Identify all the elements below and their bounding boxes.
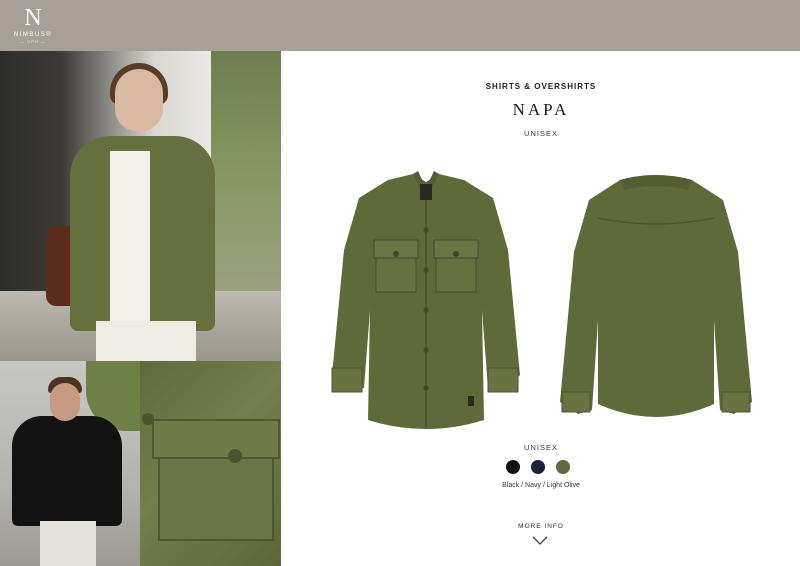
photo-model-man <box>0 361 140 566</box>
lifestyle-photos <box>0 51 281 566</box>
swatch-black[interactable] <box>506 460 520 474</box>
color-swatches <box>506 460 576 474</box>
chevron-down-icon[interactable] <box>532 536 548 546</box>
swatch-navy[interactable] <box>531 460 545 474</box>
photo-fabric-detail <box>140 361 281 566</box>
brand-name: NIMBUS® <box>13 32 53 38</box>
header-bar: N NIMBUS® — CPH — <box>0 0 800 51</box>
product-title: NAPA <box>512 100 570 119</box>
product-fit-label: UNISEX <box>524 443 558 452</box>
brand-mark: N <box>24 5 42 31</box>
more-info-link[interactable]: MORE INFO <box>491 523 591 530</box>
brand-logo[interactable]: N NIMBUS® — CPH — <box>10 6 56 46</box>
shirt-front-image <box>331 171 520 429</box>
color-names: Black / Navy / Light Olive <box>502 482 580 489</box>
product-category: SHIRTS & OVERSHIRTS <box>485 82 597 91</box>
photo-model-woman <box>0 51 281 361</box>
swatch-light-olive[interactable] <box>556 460 570 474</box>
product-fit: UNISEX <box>524 129 558 138</box>
brand-sub: — CPH — <box>20 39 46 44</box>
shirt-back-image <box>560 175 752 417</box>
